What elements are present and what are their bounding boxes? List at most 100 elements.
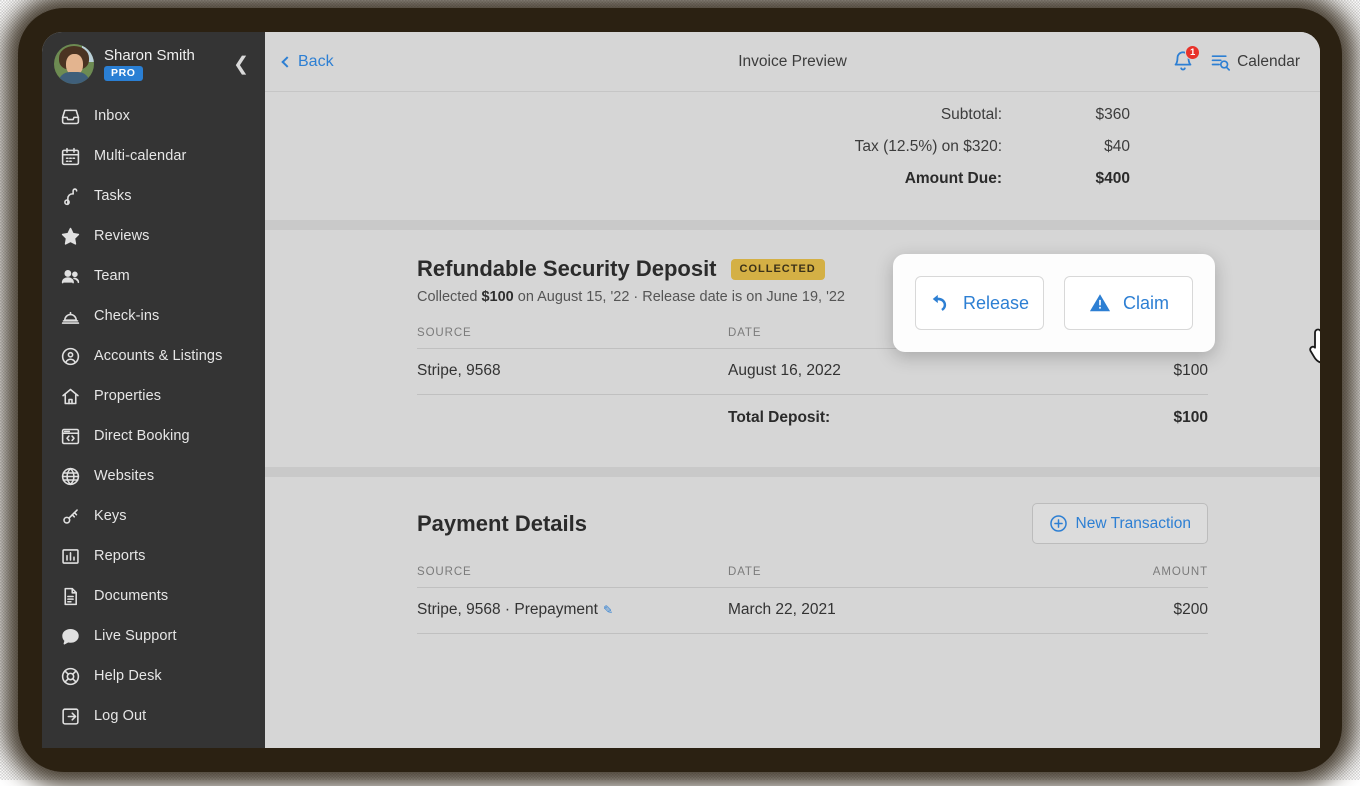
content-scroll-area[interactable]: Subtotal:$360Tax (12.5%) on $320:$40Amou… bbox=[265, 92, 1320, 748]
sidebar-item-team[interactable]: Team bbox=[42, 256, 265, 296]
logout-icon bbox=[59, 705, 81, 727]
sidebar-item-reports[interactable]: Reports bbox=[42, 536, 265, 576]
sidebar-item-label: Direct Booking bbox=[94, 428, 190, 444]
sidebar-item-label: Team bbox=[94, 268, 130, 284]
sidebar-item-label: Tasks bbox=[94, 188, 132, 204]
chevron-left-icon bbox=[281, 56, 292, 67]
deposit-total-label: Total Deposit: bbox=[728, 395, 1058, 442]
invoice-totals: Subtotal:$360Tax (12.5%) on $320:$40Amou… bbox=[265, 92, 1320, 220]
cell-date: August 16, 2022 bbox=[728, 349, 1058, 395]
sidebar-item-tasks[interactable]: Tasks bbox=[42, 176, 265, 216]
total-row: Amount Due:$400 bbox=[265, 170, 1130, 202]
sidebar-user-header[interactable]: Sharon Smith PRO ❮ bbox=[42, 32, 265, 94]
total-label: Tax (12.5%) on $320: bbox=[855, 138, 1002, 156]
code-window-icon bbox=[59, 425, 81, 447]
deposit-title: Refundable Security Deposit bbox=[417, 256, 717, 282]
pencil-icon[interactable]: ✎ bbox=[603, 603, 613, 617]
undo-arrow-icon bbox=[930, 292, 952, 314]
top-bar: Back Invoice Preview 1 Calendar bbox=[265, 32, 1320, 92]
inbox-icon bbox=[59, 105, 81, 127]
calendar-button-label: Calendar bbox=[1237, 53, 1300, 71]
sidebar-item-label: Inbox bbox=[94, 108, 130, 124]
chevron-left-icon[interactable]: ❮ bbox=[227, 55, 255, 74]
sidebar-item-log-out[interactable]: Log Out bbox=[42, 696, 265, 736]
calendar-search-icon bbox=[1210, 52, 1230, 72]
sidebar-item-accounts-listings[interactable]: Accounts & Listings bbox=[42, 336, 265, 376]
key-icon bbox=[59, 505, 81, 527]
avatar bbox=[54, 44, 94, 84]
sidebar-item-live-support[interactable]: Live Support bbox=[42, 616, 265, 656]
sidebar-item-label: Properties bbox=[94, 388, 161, 404]
bell-service-icon bbox=[59, 305, 81, 327]
sidebar: Sharon Smith PRO ❮ Inbox Multi-calendar Ta… bbox=[42, 32, 265, 748]
sidebar-item-properties[interactable]: Properties bbox=[42, 376, 265, 416]
release-button-label: Release bbox=[963, 293, 1029, 314]
cell-source-text: Stripe, 9568 · Prepayment bbox=[417, 601, 598, 618]
users-icon bbox=[59, 265, 81, 287]
table-row[interactable]: Stripe, 9568 · Prepayment✎March 22, 2021… bbox=[417, 588, 1208, 634]
sidebar-item-help-desk[interactable]: Help Desk bbox=[42, 656, 265, 696]
sidebar-item-direct-booking[interactable]: Direct Booking bbox=[42, 416, 265, 456]
payment-details-title: Payment Details bbox=[417, 511, 587, 537]
section-divider bbox=[265, 220, 1320, 230]
sidebar-item-label: Reviews bbox=[94, 228, 150, 244]
sidebar-item-inbox[interactable]: Inbox bbox=[42, 96, 265, 136]
cell-source: Stripe, 9568 bbox=[417, 349, 728, 395]
sidebar-item-websites[interactable]: Websites bbox=[42, 456, 265, 496]
col-source: SOURCE bbox=[417, 327, 728, 349]
sidebar-item-label: Keys bbox=[94, 508, 127, 524]
sidebar-item-keys[interactable]: Keys bbox=[42, 496, 265, 536]
bar-chart-icon bbox=[59, 545, 81, 567]
new-transaction-button[interactable]: New Transaction bbox=[1032, 503, 1208, 544]
warning-triangle-icon bbox=[1088, 292, 1112, 314]
col-date: DATE bbox=[728, 566, 1058, 588]
total-label: Amount Due: bbox=[905, 170, 1002, 188]
sidebar-item-label: Accounts & Listings bbox=[94, 348, 222, 364]
notification-bell-button[interactable]: 1 bbox=[1172, 49, 1194, 75]
cell-amount: $200 bbox=[1058, 588, 1208, 634]
sidebar-item-label: Check-ins bbox=[94, 308, 159, 324]
section-divider-2 bbox=[265, 467, 1320, 477]
spacer-cell bbox=[417, 395, 728, 442]
deposit-subtitle-suffix: on August 15, '22 · Release date is on J… bbox=[514, 289, 845, 305]
total-row: Tax (12.5%) on $320:$40 bbox=[265, 138, 1130, 170]
sidebar-item-label: Live Support bbox=[94, 628, 177, 644]
release-button[interactable]: Release bbox=[915, 276, 1044, 330]
chat-bubble-icon bbox=[59, 625, 81, 647]
calendar-button[interactable]: Calendar bbox=[1210, 52, 1300, 72]
sidebar-item-label: Reports bbox=[94, 548, 145, 564]
tasks-icon bbox=[59, 185, 81, 207]
sidebar-item-reviews[interactable]: Reviews bbox=[42, 216, 265, 256]
sidebar-item-label: Documents bbox=[94, 588, 168, 604]
col-source: SOURCE bbox=[417, 566, 728, 588]
globe-icon bbox=[59, 465, 81, 487]
pro-badge: PRO bbox=[104, 66, 143, 81]
sidebar-item-label: Log Out bbox=[94, 708, 146, 724]
sidebar-item-multi-calendar[interactable]: Multi-calendar bbox=[42, 136, 265, 176]
page-title: Invoice Preview bbox=[265, 53, 1320, 71]
deposit-total-value: $100 bbox=[1058, 395, 1208, 442]
sidebar-nav: Inbox Multi-calendar Tasks Reviews Team Check… bbox=[42, 96, 265, 736]
total-value: $400 bbox=[1002, 170, 1130, 188]
back-button-label: Back bbox=[298, 53, 334, 71]
payment-details-section: Payment Details New Transaction SOURCE D… bbox=[265, 477, 1320, 634]
deposit-total-row: Total Deposit: $100 bbox=[417, 395, 1208, 442]
sidebar-item-label: Websites bbox=[94, 468, 154, 484]
app-window: Sharon Smith PRO ❮ InboxMulti-calendarTa… bbox=[42, 32, 1320, 748]
sidebar-item-check-ins[interactable]: Check-ins bbox=[42, 296, 265, 336]
claim-button[interactable]: Claim bbox=[1064, 276, 1193, 330]
document-icon bbox=[59, 585, 81, 607]
deposit-subtitle-amount: $100 bbox=[481, 289, 513, 305]
status-badge: COLLECTED bbox=[731, 259, 825, 280]
home-icon bbox=[59, 385, 81, 407]
user-name: Sharon Smith bbox=[104, 47, 217, 64]
notification-count-badge: 1 bbox=[1185, 45, 1200, 60]
new-transaction-label: New Transaction bbox=[1076, 515, 1191, 533]
plus-circle-icon bbox=[1049, 514, 1068, 533]
back-button[interactable]: Back bbox=[283, 53, 334, 71]
table-row[interactable]: Stripe, 9568August 16, 2022$100 bbox=[417, 349, 1208, 395]
table-header-row: SOURCE DATE AMOUNT bbox=[417, 566, 1208, 588]
claim-button-label: Claim bbox=[1123, 293, 1169, 314]
total-value: $40 bbox=[1002, 138, 1130, 156]
sidebar-item-documents[interactable]: Documents bbox=[42, 576, 265, 616]
